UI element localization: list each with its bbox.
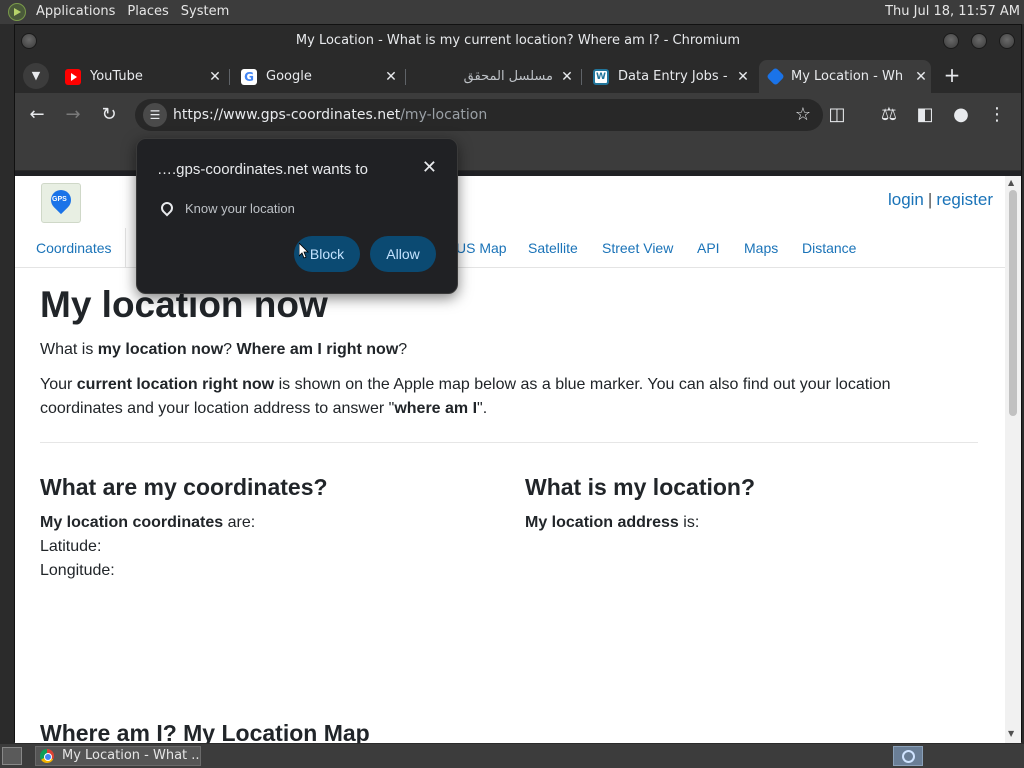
clock[interactable]: Thu Jul 18, 11:57 AM [885, 0, 1020, 24]
latitude-label: Latitude: [40, 538, 102, 555]
tab-my-location[interactable]: My Location - Wh ✕ [759, 60, 931, 93]
places-menu[interactable]: Places [121, 0, 174, 24]
tab-strip: ▼ YouTube ✕ G Google ✕ مسلسل المحقق ✕ W … [15, 57, 1021, 93]
side-panel-icon[interactable]: ◧ [913, 103, 937, 127]
nav-maps[interactable]: Maps [744, 228, 778, 268]
nav-street-view[interactable]: Street View [602, 228, 673, 268]
gps-site-icon [766, 67, 785, 86]
allow-button[interactable]: Allow [370, 236, 436, 272]
scroll-up-icon[interactable]: ▲ [1008, 178, 1014, 187]
workspace-switcher[interactable] [893, 746, 923, 766]
page-scrollbar[interactable]: ▲ ▼ [1005, 176, 1021, 743]
window-title: My Location - What is my current locatio… [295, 33, 741, 48]
close-window-button[interactable] [999, 33, 1015, 49]
taskbar-chromium-task[interactable]: My Location - What ... [35, 746, 201, 766]
close-tab-icon[interactable]: ✕ [557, 69, 577, 85]
nav-us-map[interactable]: US Map [456, 228, 507, 268]
mouse-cursor-icon [299, 243, 309, 259]
tab-data-entry-jobs[interactable]: W Data Entry Jobs - ✕ [583, 60, 753, 93]
location-heading: What is my location? [525, 474, 756, 500]
nav-coordinates[interactable]: Coordinates [15, 228, 126, 268]
tab-title: مسلسل المحقق [463, 69, 553, 84]
new-tab-button[interactable]: + [939, 63, 965, 89]
show-desktop-icon[interactable] [2, 747, 22, 765]
permission-text: Know your location [185, 201, 295, 216]
applications-menu[interactable]: Applications [30, 0, 121, 24]
coordinates-intro: My location coordinates are: [40, 514, 256, 531]
intro-description: Your current location right now is shown… [40, 376, 891, 417]
tab-title: Google [266, 69, 312, 84]
divider [40, 442, 978, 443]
minimize-button[interactable] [943, 33, 959, 49]
bookmark-star-icon[interactable]: ☆ [795, 103, 811, 127]
auth-links: login | register [887, 190, 993, 209]
wordpress-icon: W [593, 68, 609, 85]
browser-toolbar: ← → ↻ ☰ https://www.gps-coordinates.net/… [15, 93, 1021, 137]
blank-page-icon [417, 69, 433, 85]
task-title: My Location - What ... [62, 748, 201, 763]
close-tab-icon[interactable]: ✕ [381, 69, 401, 85]
nav-distance[interactable]: Distance [802, 228, 856, 268]
scrollbar-thumb[interactable] [1009, 190, 1017, 416]
extensions-icon[interactable]: ◫ [825, 103, 849, 127]
coordinates-heading: What are my coordinates? [40, 474, 328, 500]
window-titlebar: My Location - What is my current locatio… [15, 25, 1021, 57]
close-prompt-icon[interactable]: ✕ [422, 157, 437, 178]
url-path: /my-location [400, 107, 488, 123]
tab-title: YouTube [90, 69, 143, 84]
reload-icon[interactable]: ↻ [97, 103, 121, 127]
register-link[interactable]: register [936, 190, 993, 209]
url-host: https://www.gps-coordinates.net [173, 107, 401, 123]
scroll-down-icon[interactable]: ▼ [1008, 729, 1014, 738]
map-heading: Where am I? My Location Map [40, 720, 370, 743]
tab-youtube[interactable]: YouTube ✕ [55, 60, 225, 93]
intro-question: What is my location now? Where am I righ… [40, 341, 408, 358]
labs-flask-icon[interactable]: ⚖ [877, 103, 901, 127]
chromium-icon [40, 749, 54, 763]
profile-avatar-icon[interactable]: ● [949, 103, 973, 127]
site-logo[interactable]: GPS [41, 183, 81, 223]
close-tab-icon[interactable]: ✕ [733, 69, 753, 85]
forward-arrow-icon[interactable]: → [61, 103, 85, 127]
youtube-icon [65, 68, 81, 85]
address-intro: My location address is: [525, 514, 700, 531]
longitude-label: Longitude: [40, 562, 115, 579]
login-link[interactable]: login [888, 190, 924, 209]
tab-search-button[interactable]: ▼ [23, 63, 49, 89]
back-arrow-icon[interactable]: ← [25, 103, 49, 127]
system-menu[interactable]: System [175, 0, 235, 24]
site-settings-icon[interactable]: ☰ [143, 103, 167, 127]
taskbar: My Location - What ... [0, 744, 1024, 768]
tab-title: Data Entry Jobs - [618, 69, 728, 84]
system-panel: Applications Places System Thu Jul 18, 1… [0, 0, 1024, 24]
address-bar[interactable]: ☰ https://www.gps-coordinates.net/my-loc… [135, 99, 823, 131]
maximize-button[interactable] [971, 33, 987, 49]
location-permission-prompt: ….gps-coordinates.net wants to ✕ Know yo… [136, 138, 458, 294]
window-menu-icon[interactable] [21, 33, 37, 49]
more-menu-icon[interactable]: ⋮ [985, 103, 1009, 127]
close-tab-icon[interactable]: ✕ [911, 69, 931, 85]
tab-google[interactable]: G Google ✕ [231, 60, 401, 93]
tab-arabic[interactable]: مسلسل المحقق ✕ [407, 60, 577, 93]
nav-satellite[interactable]: Satellite [528, 228, 578, 268]
close-tab-icon[interactable]: ✕ [205, 69, 225, 85]
nav-api[interactable]: API [697, 228, 720, 268]
location-pin-icon [158, 199, 176, 217]
google-icon: G [241, 68, 257, 85]
distro-logo-icon[interactable] [8, 3, 26, 21]
prompt-title: ….gps-coordinates.net wants to [157, 161, 368, 178]
tab-title: My Location - Wh [791, 69, 904, 84]
browser-window: My Location - What is my current locatio… [14, 24, 1022, 743]
url-text[interactable]: https://www.gps-coordinates.net/my-locat… [173, 99, 487, 131]
